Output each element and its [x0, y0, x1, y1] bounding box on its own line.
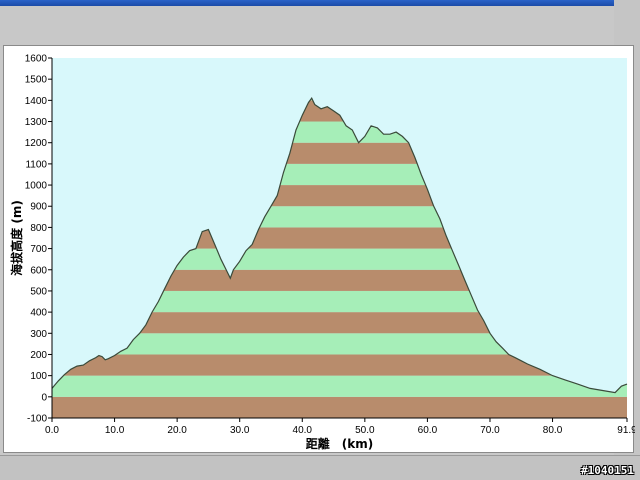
y-tick-label: 400: [30, 308, 47, 319]
y-tick-label: 1000: [25, 181, 48, 192]
watermark-text: #1040151: [581, 464, 634, 477]
x-axis-ticks: 0.0 10.0 20.0 30.0 40.0 50.0 60.0 70.0 80.0 91.9: [45, 418, 635, 436]
x-tick-label: 30.0: [230, 425, 250, 436]
x-tick-label: 10.0: [105, 425, 125, 436]
x-tick-label: 70.0: [480, 425, 500, 436]
elevation-chart-panel: -100 0 100 200 300 400 500 600 700 800 900 1000 1100…: [3, 45, 635, 453]
y-tick-label: -100: [27, 414, 47, 425]
x-tick-label: 91.9: [617, 425, 635, 436]
y-tick-label: 1400: [25, 96, 48, 107]
x-tick-label: 50.0: [355, 425, 375, 436]
app-window: -100 0 100 200 300 400 500 600 700 800 900 1000 1100…: [0, 0, 640, 480]
y-tick-label: 100: [30, 371, 47, 382]
y-axis-title: 海拔高度 (m): [9, 200, 24, 276]
y-tick-label: 600: [30, 265, 47, 276]
y-tick-label: 900: [30, 202, 47, 213]
x-tick-label: 20.0: [167, 425, 187, 436]
y-tick-label: 200: [30, 350, 47, 361]
toolbar-area: [0, 6, 640, 46]
y-tick-label: 0: [41, 392, 47, 403]
status-bar: #1040151: [0, 455, 640, 480]
y-tick-label: 1500: [25, 75, 48, 86]
y-tick-label: 1100: [25, 159, 47, 170]
y-tick-label: 1300: [25, 117, 48, 128]
y-tick-label: 500: [30, 286, 47, 297]
y-tick-label: 700: [30, 244, 47, 255]
x-axis-title: 距離 (km): [306, 436, 373, 451]
x-tick-label: 80.0: [543, 425, 563, 436]
x-tick-label: 60.0: [418, 425, 438, 436]
x-tick-label: 40.0: [293, 425, 313, 436]
y-tick-label: 1600: [25, 54, 48, 65]
elevation-band: [52, 396, 627, 418]
y-axis-ticks: -100 0 100 200 300 400 500 600 700 800 900 1000 1100…: [25, 54, 52, 425]
y-tick-label: 800: [30, 223, 47, 234]
x-tick-label: 0.0: [45, 425, 59, 436]
elevation-band: [52, 375, 627, 397]
y-tick-label: 1200: [25, 138, 48, 149]
y-tick-label: 300: [30, 329, 47, 340]
elevation-profile-chart: -100 0 100 200 300 400 500 600 700 800 900 1000 1100…: [9, 54, 635, 452]
